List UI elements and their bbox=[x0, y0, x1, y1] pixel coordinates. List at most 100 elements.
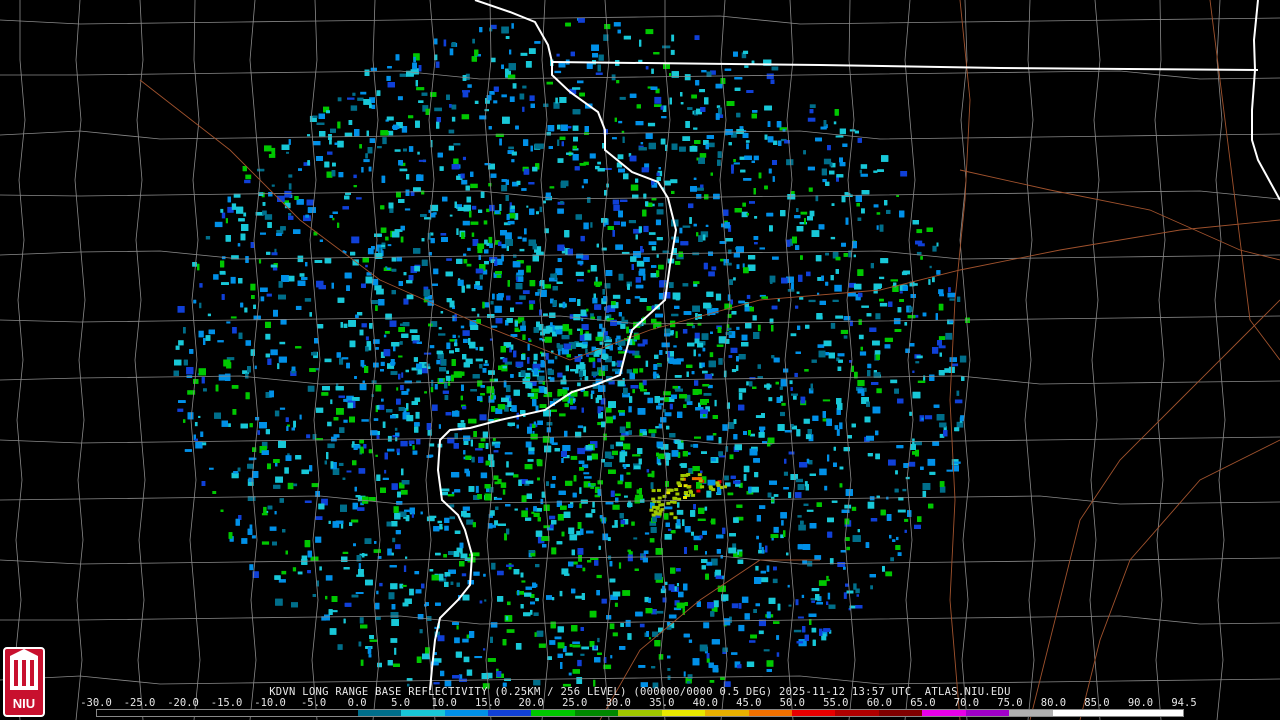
echo-pixel bbox=[396, 398, 401, 405]
echo-pixel bbox=[431, 379, 434, 387]
echo-pixel bbox=[643, 392, 650, 395]
echo-pixel bbox=[434, 107, 442, 112]
echo-pixel bbox=[509, 96, 515, 102]
echo-pixel bbox=[332, 468, 340, 475]
echo-pixel bbox=[808, 299, 816, 303]
echo-pixel bbox=[549, 640, 556, 645]
echo-pixel bbox=[445, 375, 451, 381]
echo-pixel bbox=[361, 167, 364, 173]
echo-pixel bbox=[258, 259, 262, 264]
echo-pixel bbox=[873, 288, 878, 294]
echo-pixel bbox=[559, 413, 566, 417]
echo-pixel bbox=[595, 276, 598, 282]
echo-pixel bbox=[522, 290, 530, 294]
echo-pixel bbox=[383, 334, 387, 338]
echo-pixel bbox=[356, 197, 362, 200]
echo-pixel bbox=[401, 391, 409, 395]
echo-pixel bbox=[738, 392, 743, 400]
echo-pixel bbox=[589, 153, 596, 159]
echo-pixel bbox=[557, 514, 564, 521]
echo-pixel bbox=[648, 637, 651, 640]
echo-pixel bbox=[789, 380, 793, 385]
echo-pixel bbox=[795, 599, 799, 606]
echo-pixel bbox=[804, 369, 809, 372]
echo-pixel bbox=[527, 459, 534, 462]
echo-pixel bbox=[251, 535, 256, 539]
echo-pixel bbox=[592, 501, 595, 508]
echo-pixel bbox=[506, 245, 509, 251]
echo-pixel bbox=[359, 329, 364, 336]
echo-pixel bbox=[263, 506, 267, 514]
echo-pixel bbox=[521, 510, 528, 518]
echo-pixel bbox=[701, 362, 705, 368]
echo-pixel bbox=[889, 534, 892, 539]
echo-pixel bbox=[462, 220, 470, 226]
echo-pixel bbox=[449, 214, 453, 217]
echo-pixel bbox=[544, 284, 551, 289]
echo-pixel bbox=[954, 399, 963, 404]
echo-pixel bbox=[744, 613, 750, 620]
echo-pixel bbox=[175, 345, 180, 350]
echo-pixel bbox=[514, 508, 518, 511]
echo-pixel bbox=[528, 447, 535, 451]
echo-pixel bbox=[577, 659, 582, 667]
echo-pixel bbox=[699, 153, 707, 158]
echo-pixel bbox=[692, 305, 700, 312]
echo-pixel bbox=[549, 515, 556, 520]
echo-pixel bbox=[293, 483, 298, 487]
echo-pixel bbox=[671, 190, 675, 194]
echo-pixel bbox=[615, 338, 618, 345]
echo-pixel bbox=[557, 139, 560, 146]
echo-pixel bbox=[781, 402, 786, 406]
echo-pixel bbox=[555, 97, 558, 104]
echo-pixel bbox=[706, 490, 712, 498]
echo-pixel bbox=[461, 179, 468, 185]
echo-pixel bbox=[463, 656, 470, 663]
echo-pixel bbox=[873, 204, 879, 208]
echo-pixel bbox=[212, 491, 217, 494]
echo-pixel bbox=[500, 482, 507, 488]
echo-pixel bbox=[795, 478, 803, 483]
echo-pixel bbox=[510, 344, 514, 350]
echo-pixel bbox=[307, 134, 311, 137]
echo-pixel bbox=[756, 535, 759, 540]
echo-pixel bbox=[818, 580, 827, 586]
echo-pixel bbox=[522, 237, 527, 242]
echo-pixel bbox=[489, 91, 495, 95]
echo-pixel bbox=[738, 624, 745, 632]
echo-pixel bbox=[444, 525, 449, 531]
echo-pixel bbox=[255, 417, 260, 421]
echo-pixel bbox=[390, 583, 398, 590]
echo-pixel bbox=[551, 547, 557, 555]
echo-pixel bbox=[612, 632, 618, 637]
echo-pixel bbox=[438, 424, 441, 429]
echo-pixel bbox=[358, 563, 361, 570]
echo-pixel bbox=[449, 48, 454, 56]
echo-pixel bbox=[929, 265, 932, 269]
echo-pixel bbox=[945, 332, 953, 340]
echo-pixel bbox=[565, 652, 573, 656]
echo-pixel bbox=[617, 346, 623, 351]
echo-pixel bbox=[612, 199, 620, 205]
echo-pixel bbox=[304, 500, 312, 503]
echo-pixel bbox=[811, 359, 817, 363]
echo-pixel bbox=[733, 162, 740, 165]
echo-pixel bbox=[703, 622, 710, 629]
echo-pixel bbox=[526, 205, 529, 208]
echo-pixel bbox=[807, 117, 816, 122]
echo-pixel bbox=[426, 423, 431, 430]
echo-pixel bbox=[867, 501, 875, 509]
echo-pixel bbox=[474, 100, 479, 104]
echo-pixel bbox=[673, 345, 677, 348]
echo-pixel bbox=[483, 220, 488, 225]
echo-pixel bbox=[449, 516, 455, 520]
echo-pixel bbox=[614, 602, 618, 607]
echo-pixel bbox=[787, 289, 795, 292]
echo-pixel bbox=[626, 326, 629, 334]
echo-pixel bbox=[261, 513, 268, 516]
echo-pixel bbox=[915, 361, 920, 364]
echo-pixel bbox=[840, 550, 846, 553]
echo-pixel bbox=[663, 409, 666, 413]
echo-pixel bbox=[648, 241, 657, 245]
echo-pixel bbox=[391, 257, 397, 262]
